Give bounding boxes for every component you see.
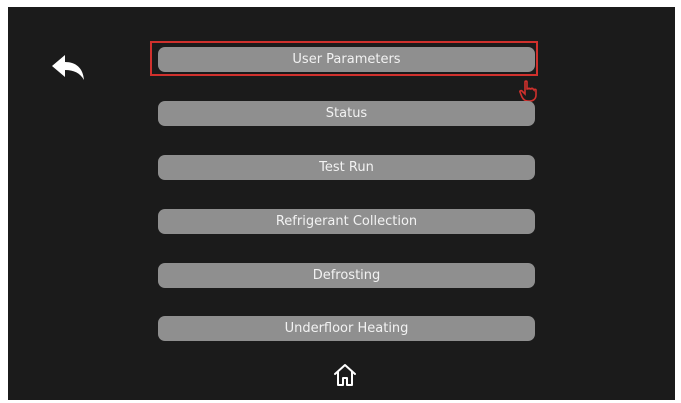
- menu-item-label: Defrosting: [312, 268, 381, 283]
- menu-item-defrosting[interactable]: Defrosting: [158, 263, 535, 288]
- menu-item-test-run[interactable]: Test Run: [158, 155, 535, 180]
- menu-item-label: User Parameters: [292, 52, 401, 67]
- device-screen: User Parameters Status Test Run Refriger…: [8, 7, 675, 400]
- menu-item-label: Test Run: [319, 160, 374, 175]
- menu-item-underfloor-heating[interactable]: Underfloor Heating: [158, 316, 535, 341]
- menu-item-refrigerant-collection[interactable]: Refrigerant Collection: [158, 209, 535, 234]
- back-arrow-icon: [52, 55, 84, 80]
- menu-item-label: Refrigerant Collection: [275, 214, 418, 229]
- menu-item-label: Underfloor Heating: [284, 321, 409, 336]
- hand-pointer-icon: [518, 80, 538, 102]
- menu-item-user-parameters[interactable]: User Parameters: [158, 47, 535, 72]
- home-icon: [334, 364, 356, 386]
- menu-item-status[interactable]: Status: [158, 101, 535, 126]
- menu-item-label: Status: [325, 106, 368, 121]
- home-button[interactable]: [332, 362, 358, 388]
- back-button[interactable]: [50, 53, 86, 83]
